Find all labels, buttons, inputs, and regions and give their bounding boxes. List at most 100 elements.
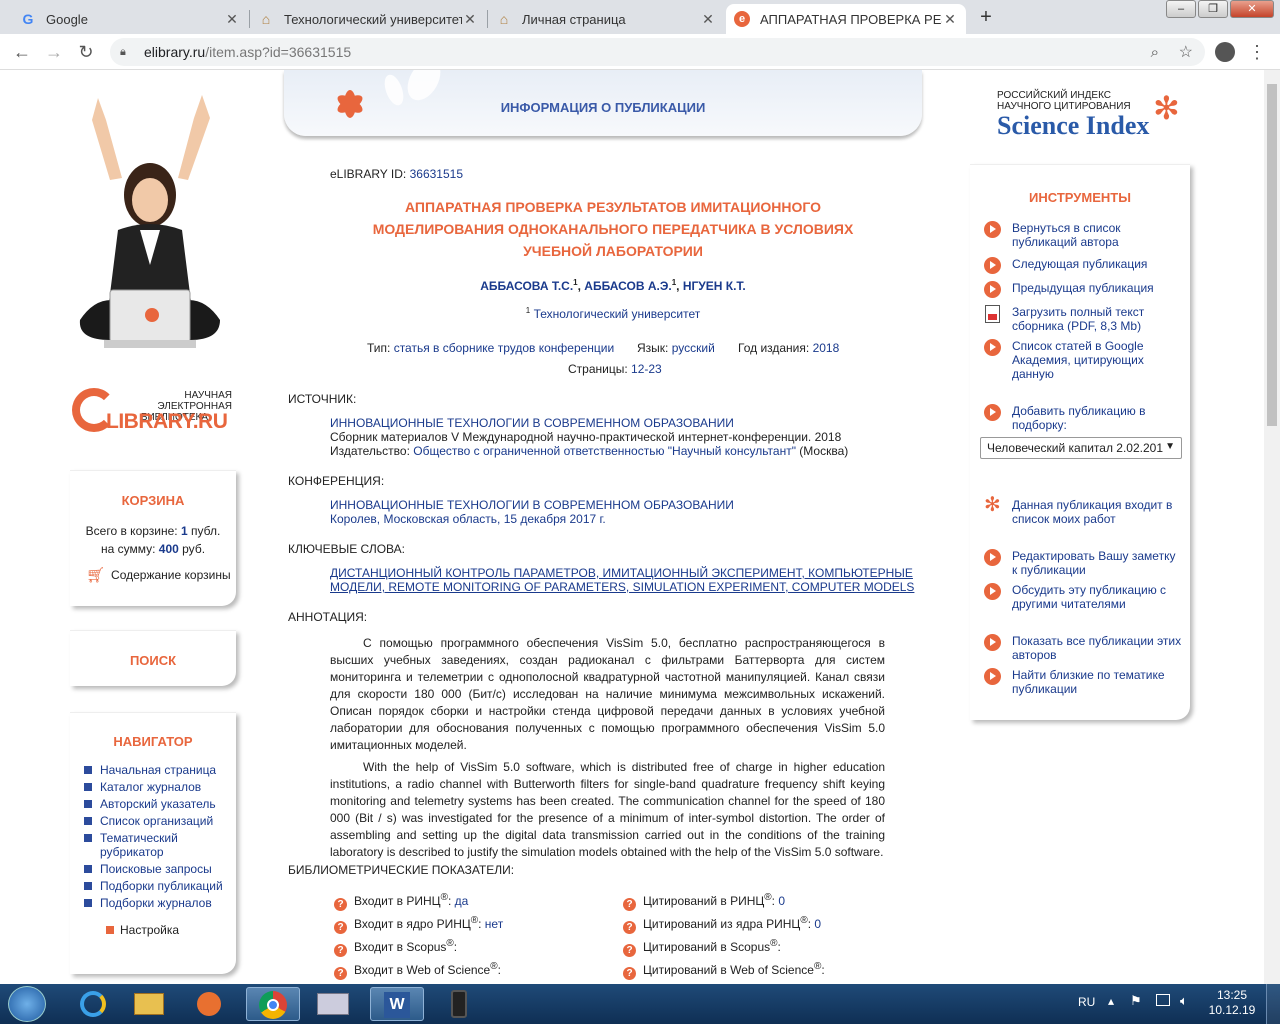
pub-year: Год издания: 2018 xyxy=(738,341,840,355)
science-index-logo[interactable]: РОССИЙСКИЙ ИНДЕКС НАУЧНОГО ЦИТИРОВАНИЯ S… xyxy=(997,90,1187,140)
nav-settings[interactable]: Настройка xyxy=(70,923,236,937)
forward-icon[interactable]: → xyxy=(42,40,66,64)
browser-toolbar: ← → ↻ 🔒︎ elibrary.ru/item.asp?id=3663151… xyxy=(0,34,1280,70)
question-icon[interactable]: ? xyxy=(623,921,636,934)
cart-contents-link[interactable]: 🛒︎ Содержание корзины xyxy=(70,566,236,584)
volume-icon[interactable]: 🔈︎ xyxy=(1180,993,1188,1009)
close-icon[interactable]: ✕ xyxy=(224,11,240,28)
explorer-icon[interactable] xyxy=(122,987,176,1021)
maximize-button[interactable]: ❐ xyxy=(1198,0,1228,18)
elibrary-id: eLIBRARY ID: 36631515 xyxy=(330,167,463,181)
zoom-icon[interactable]: ⌕ xyxy=(1151,44,1159,61)
author-link[interactable]: АББАСОВА Т.С. xyxy=(480,279,573,293)
bibliometrics-label: БИБЛИОМЕТРИЧЕСКИЕ ПОКАЗАТЕЛИ: xyxy=(288,863,515,877)
reload-icon[interactable]: ↻ xyxy=(74,40,98,64)
close-window-button[interactable]: ✕ xyxy=(1230,0,1274,18)
start-button[interactable] xyxy=(8,986,46,1022)
woman-laptop-illustration xyxy=(79,95,220,348)
biblio-wos: ? Входит в Web of Science®: xyxy=(334,961,501,980)
tool-author-publications[interactable]: Показать все публикации этих авторов xyxy=(984,634,1184,662)
question-icon[interactable]: ? xyxy=(623,898,636,911)
menu-icon[interactable]: ⋮ xyxy=(1248,40,1266,64)
question-icon[interactable]: ? xyxy=(623,944,636,957)
elibrary-logo[interactable]: НАУЧНАЯ ЭЛЕКТРОННАЯ БИБЛИОТЕКА LIBRARY.R… xyxy=(72,388,242,438)
nav-item-home[interactable]: Начальная страница xyxy=(70,763,236,777)
question-icon[interactable]: ? xyxy=(334,898,347,911)
source-desc: Сборник материалов V Международной научн… xyxy=(330,430,842,444)
nav-item-journals[interactable]: Каталог журналов xyxy=(70,780,236,794)
language-indicator[interactable]: RU xyxy=(1078,995,1095,1009)
minimize-button[interactable]: – xyxy=(1166,0,1196,18)
tool-next-publication[interactable]: Следующая публикация xyxy=(984,257,1184,274)
nav-item-authors[interactable]: Авторский указатель xyxy=(70,797,236,811)
authors: АББАСОВА Т.С.1, АББАСОВ А.Э.1, НГУЕН К.Т… xyxy=(480,278,746,293)
author-link[interactable]: НГУЕН К.Т. xyxy=(683,279,746,293)
network-icon[interactable] xyxy=(1156,994,1170,1006)
nav-item-organizations[interactable]: Список организаций xyxy=(70,814,236,828)
tool-download-pdf[interactable]: Загрузить полный текст сборника (PDF, 8,… xyxy=(984,305,1184,333)
tray-chevron-icon[interactable]: ▴ xyxy=(1108,994,1114,1008)
chrome-icon[interactable] xyxy=(246,987,300,1021)
affiliation-link[interactable]: Технологический университет xyxy=(534,307,701,321)
keyboard-icon[interactable] xyxy=(306,987,360,1021)
bookmark-star-icon[interactable]: ☆ xyxy=(1179,42,1193,62)
phone-app-icon[interactable] xyxy=(432,987,486,1021)
new-tab-button[interactable]: + xyxy=(972,6,1000,30)
conference-title-link[interactable]: ИННОВАЦИОННЫЕ ТЕХНОЛОГИИ В СОВРЕМЕННОМ О… xyxy=(330,498,734,512)
publication-header: ИНФОРМАЦИЯ О ПУБЛИКАЦИИ xyxy=(284,70,922,136)
tab-google[interactable]: G Google ✕ xyxy=(12,4,248,34)
clock[interactable]: 13:25 10.12.19 xyxy=(1206,988,1258,1018)
nav-item-queries[interactable]: Поисковые запросы xyxy=(70,862,236,876)
arrow-right-icon xyxy=(984,257,1001,274)
scrollbar-thumb[interactable] xyxy=(1267,84,1277,426)
tool-google-scholar[interactable]: Список статей в Google Академия, цитирую… xyxy=(984,339,1184,381)
nav-item-pub-collections[interactable]: Подборки публикаций xyxy=(70,879,236,893)
show-desktop-button[interactable] xyxy=(1266,984,1280,1024)
question-icon[interactable]: ? xyxy=(623,967,636,980)
ie-icon[interactable] xyxy=(66,987,120,1021)
cart-count[interactable]: 1 xyxy=(181,524,188,538)
biblio-rinc: ? Входит в РИНЦ®: да xyxy=(334,892,468,911)
tab-university[interactable]: ⌂ Технологический университет ✕ xyxy=(250,4,486,34)
collection-select[interactable]: Человеческий капитал 2.02.201 ▼ xyxy=(980,437,1182,459)
search-box[interactable]: ПОИСК xyxy=(70,630,236,686)
tool-my-works[interactable]: ✻ Данная публикация входит в список моих … xyxy=(984,495,1184,526)
close-icon[interactable]: ✕ xyxy=(462,11,478,28)
source-label: ИСТОЧНИК: xyxy=(288,392,357,406)
biblio-citations-rinc: ? Цитирований в РИНЦ®: 0 xyxy=(623,892,785,911)
nav-item-journal-collections[interactable]: Подборки журналов xyxy=(70,896,236,910)
publication-title: АППАРАТНАЯ ПРОВЕРКА РЕЗУЛЬТАТОВ ИМИТАЦИО… xyxy=(372,199,854,259)
media-player-icon[interactable] xyxy=(182,987,236,1021)
publisher-link[interactable]: Общество с ограниченной ответственностью… xyxy=(413,444,796,458)
address-bar[interactable]: 🔒︎ elibrary.ru/item.asp?id=36631515 ⌕ ☆ xyxy=(110,38,1205,66)
tool-similar-publications[interactable]: Найти близкие по тематике публикации xyxy=(984,668,1184,696)
close-icon[interactable]: ✕ xyxy=(942,11,958,28)
elibrary-id-value[interactable]: 36631515 xyxy=(410,167,463,181)
flag-icon[interactable]: ⚑ xyxy=(1130,993,1142,1009)
arrow-right-icon xyxy=(984,549,1001,566)
word-icon[interactable]: W xyxy=(370,987,424,1021)
tool-discuss[interactable]: Обсудить эту публикацию с другими читате… xyxy=(984,583,1184,611)
navigator-title: НАВИГАТОР xyxy=(113,734,193,749)
question-icon[interactable]: ? xyxy=(334,967,347,980)
cart-sum[interactable]: 400 xyxy=(159,542,179,556)
tool-add-to-collection[interactable]: Добавить публикацию в подборку: xyxy=(984,404,1184,432)
question-icon[interactable]: ? xyxy=(334,944,347,957)
source-title-link[interactable]: ИННОВАЦИОННЫЕ ТЕХНОЛОГИИ В СОВРЕМЕННОМ О… xyxy=(330,416,848,430)
tab-elibrary[interactable]: e АППАРАТНАЯ ПРОВЕРКА РЕЗУЛ ✕ xyxy=(726,4,966,34)
profile-icon[interactable] xyxy=(1215,42,1235,62)
back-icon[interactable]: ← xyxy=(10,40,34,64)
nav-item-rubricator[interactable]: Тематический рубрикатор xyxy=(70,831,200,859)
close-icon[interactable]: ✕ xyxy=(700,11,716,28)
question-icon[interactable]: ? xyxy=(334,921,347,934)
annotation-label: АННОТАЦИЯ: xyxy=(288,610,368,624)
tool-prev-publication[interactable]: Предыдущая публикация xyxy=(984,281,1184,298)
tool-back-to-author-list[interactable]: Вернуться в список публикаций автора xyxy=(984,221,1184,249)
pub-lang: Язык: русский xyxy=(637,341,715,355)
biblio-citations-scopus: ? Цитирований в Scopus®: xyxy=(623,938,781,957)
tab-personal-page[interactable]: ⌂ Личная страница ✕ xyxy=(488,4,724,34)
keywords[interactable]: ДИСТАНЦИОННЫЙ КОНТРОЛЬ ПАРАМЕТРОВ, ИМИТА… xyxy=(330,566,914,594)
author-link[interactable]: АББАСОВ А.Э. xyxy=(584,279,671,293)
search-title[interactable]: ПОИСК xyxy=(70,653,236,668)
tool-edit-note[interactable]: Редактировать Вашу заметку к публикации xyxy=(984,549,1184,577)
